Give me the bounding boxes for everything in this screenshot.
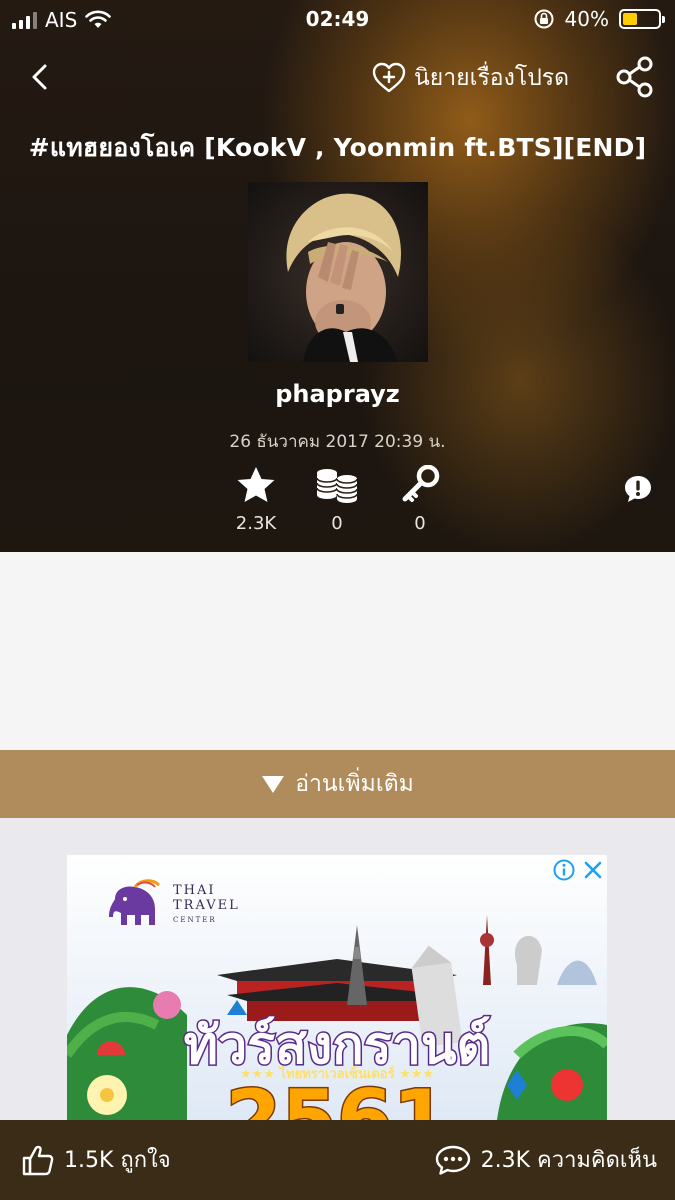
ad-year: 2561 xyxy=(224,1072,450,1121)
thumbs-up-icon xyxy=(22,1145,54,1175)
author-name[interactable]: phaprayz xyxy=(0,380,675,408)
stat-keys-value: 0 xyxy=(414,513,426,534)
stat-coins: 0 xyxy=(302,465,372,534)
stat-coins-value: 0 xyxy=(331,513,343,534)
comment-count: 2.3K ความคิดเห็น xyxy=(480,1148,657,1173)
story-header: AIS 02:49 40% นิยายเรื่องโปรด #แทฮยองโอเ… xyxy=(0,0,675,552)
star-icon xyxy=(237,467,275,502)
ad-info-icon[interactable] xyxy=(553,859,575,881)
battery-group: 40% xyxy=(533,7,665,31)
cover-image xyxy=(248,182,428,362)
top-nav: นิยายเรื่องโปรด xyxy=(0,52,675,102)
like-count: 1.5K ถูกใจ xyxy=(64,1148,171,1173)
stat-keys: 0 xyxy=(385,464,455,534)
stat-stars: 2.3K xyxy=(221,465,291,534)
favorite-label: นิยายเรื่องโปรด xyxy=(414,65,570,91)
story-title: #แทฮยองโอเค [KookV , Yoonmin ft.BTS][END… xyxy=(28,133,647,162)
bottom-action-bar: 1.5K ถูกใจ 2.3K ความคิดเห็น xyxy=(0,1120,675,1200)
read-more-label: อ่านเพิ่มเติม xyxy=(295,771,414,797)
ad-brand-text: THAI TRAVEL CENTER xyxy=(173,882,240,924)
share-icon[interactable] xyxy=(615,56,655,98)
key-icon xyxy=(402,464,440,502)
comment-bubble-icon xyxy=(435,1145,470,1175)
read-more-button[interactable]: อ่านเพิ่มเติม xyxy=(0,750,675,818)
elephant-logo-icon xyxy=(109,879,161,925)
advertisement-banner[interactable]: THAI TRAVEL CENTER ทัวร์สงกรานต์ ★★★ ไทย… xyxy=(67,855,607,1120)
like-button[interactable]: 1.5K ถูกใจ xyxy=(22,1142,171,1177)
report-icon[interactable] xyxy=(623,474,653,504)
triangle-down-icon xyxy=(262,776,285,793)
ad-controls xyxy=(553,859,603,881)
battery-icon xyxy=(619,9,665,29)
battery-level xyxy=(623,13,637,25)
coins-icon xyxy=(316,469,358,503)
rotation-lock-icon xyxy=(534,9,554,29)
comment-button[interactable]: 2.3K ความคิดเห็น xyxy=(435,1142,657,1177)
stat-stars-value: 2.3K xyxy=(235,513,277,534)
back-chevron-icon[interactable] xyxy=(26,62,56,92)
heart-plus-icon xyxy=(372,62,406,93)
ad-brand-logo: THAI TRAVEL CENTER xyxy=(105,879,240,931)
status-bar: AIS 02:49 40% xyxy=(0,0,675,40)
ad-close-icon[interactable] xyxy=(583,860,603,880)
favorite-button[interactable]: นิยายเรื่องโปรด xyxy=(372,60,569,96)
publish-date: 26 ธันวาคม 2017 20:39 น. xyxy=(229,432,446,452)
battery-percent: 40% xyxy=(564,7,609,31)
ad-container: THAI TRAVEL CENTER ทัวร์สงกรานต์ ★★★ ไทย… xyxy=(0,818,675,1120)
